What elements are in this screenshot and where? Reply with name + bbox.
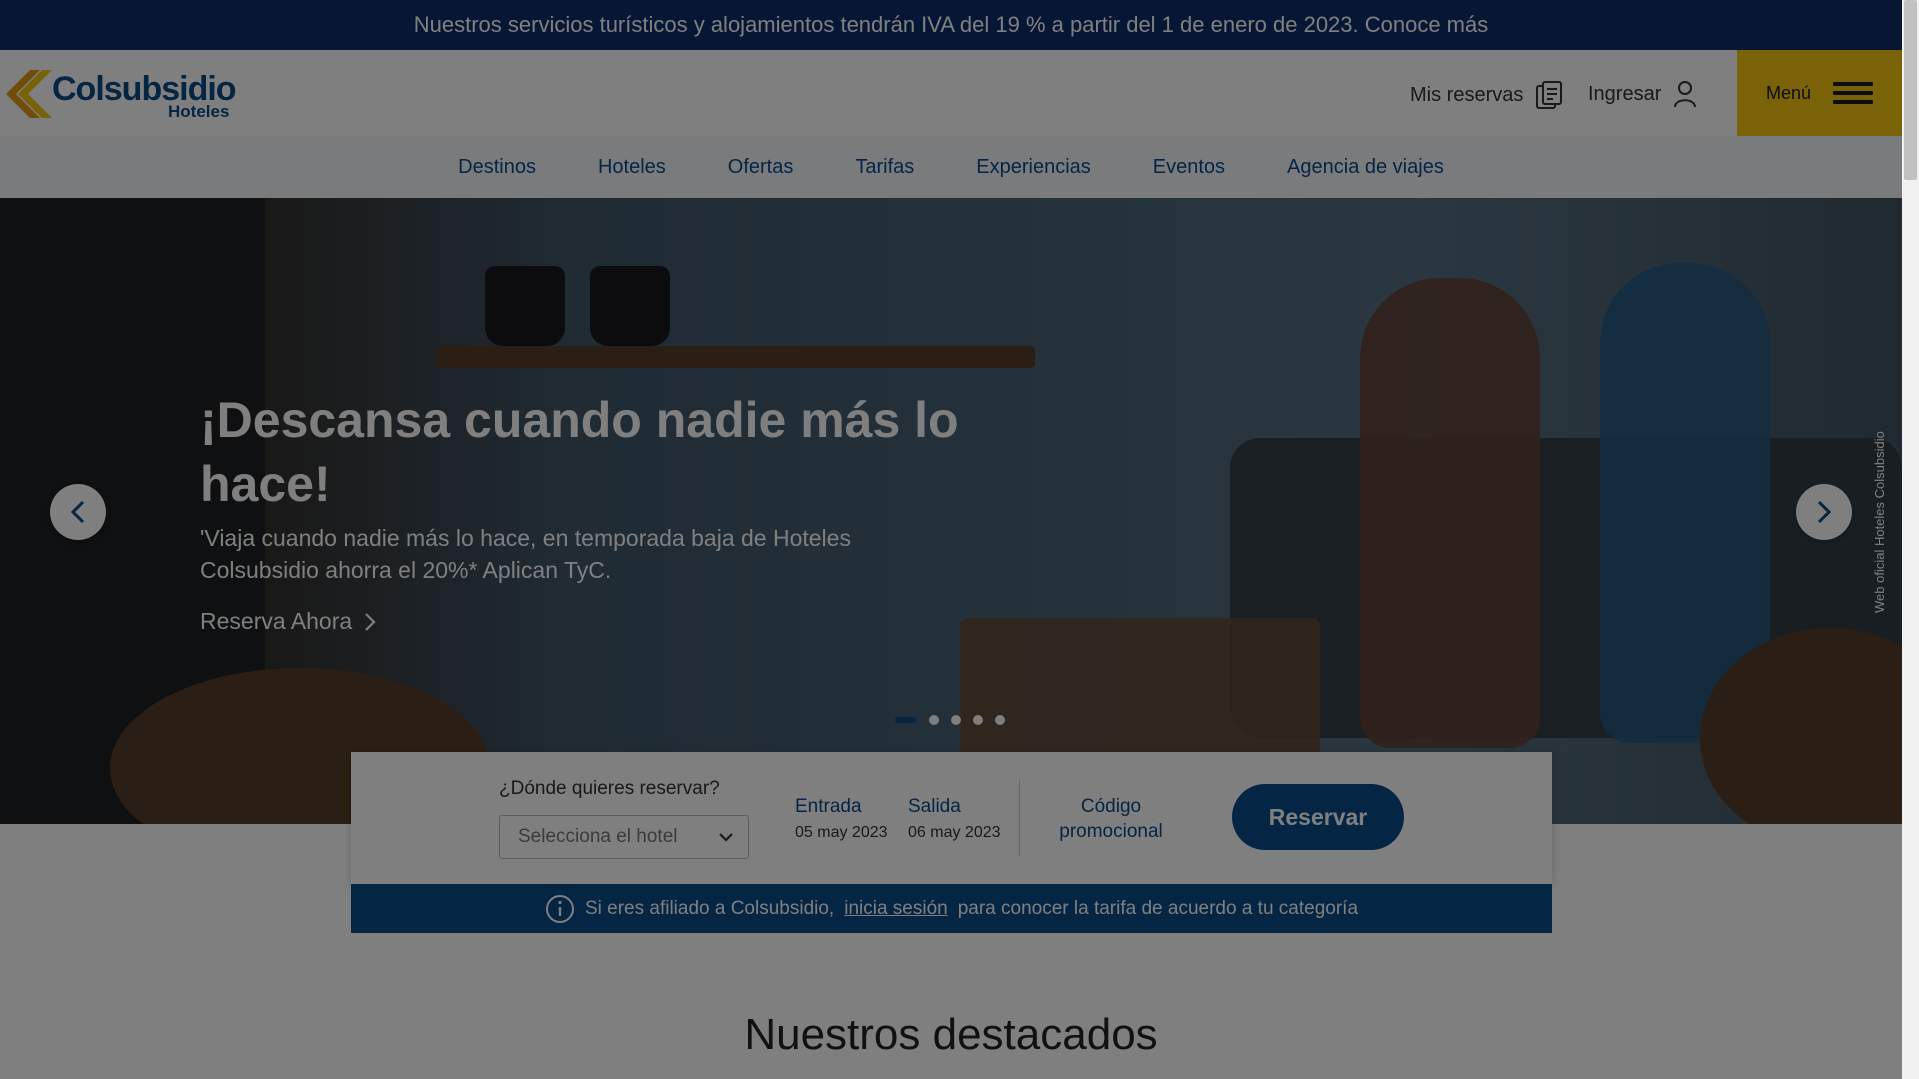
hotel-select-value: Selecciona el hotel <box>518 826 678 847</box>
reserve-button[interactable]: Reservar <box>1232 784 1404 850</box>
carousel-dots <box>895 715 1005 725</box>
booking-form: ¿Dónde quieres reservar? Selecciona el h… <box>351 752 1552 884</box>
carousel-dot[interactable] <box>951 715 961 725</box>
user-icon <box>1674 81 1697 108</box>
hero-subtitle: 'Viaja cuando nadie más lo hace, en temp… <box>200 525 851 583</box>
checkout-label: Salida <box>908 796 961 817</box>
nav-item-agencia[interactable]: Agencia de viajes <box>1287 156 1444 179</box>
login-label: Ingresar <box>1588 82 1662 105</box>
watermark-text: Web oficial Hoteles Colsubsidio <box>1872 431 1887 613</box>
reservations-icon <box>1536 81 1563 109</box>
logo[interactable]: Colsubsidio Hoteles <box>6 68 237 121</box>
main-nav: Destinos Hoteles Ofertas Tarifas Experie… <box>0 136 1902 198</box>
destination-label: ¿Dónde quieres reservar? <box>499 778 720 799</box>
announcement-bar[interactable]: Nuestros servicios turísticos y alojamie… <box>0 0 1902 50</box>
info-icon <box>545 894 574 923</box>
checkout-field[interactable]: Salida 06 may 2023 <box>908 796 1001 842</box>
nav-item-ofertas[interactable]: Ofertas <box>728 156 794 179</box>
info-suffix: para conocer la tarifa de acuerdo a tu c… <box>957 897 1359 919</box>
carousel-dot[interactable] <box>973 715 983 725</box>
header: Colsubsidio Hoteles Mis reservas Ingresa… <box>0 50 1902 136</box>
promo-line-2: promocional <box>1059 821 1163 842</box>
nav-item-destinos[interactable]: Destinos <box>458 156 536 179</box>
chevron-down-icon <box>719 833 733 842</box>
affiliate-info-bar: Si eres afiliado a Colsubsidio, inicia s… <box>351 884 1552 933</box>
promo-code-link[interactable]: Código promocional <box>1046 794 1176 844</box>
hero-title: ¡Descansa cuando nadie más lo hace! <box>200 392 959 512</box>
my-reservations-link[interactable]: Mis reservas <box>1410 80 1563 110</box>
nav-item-hoteles[interactable]: Hoteles <box>598 156 666 179</box>
promo-line-1: Código <box>1080 796 1142 817</box>
chevron-left-icon <box>71 500 85 524</box>
info-prefix: Si eres afiliado a Colsubsidio, <box>584 897 835 919</box>
checkin-field[interactable]: Entrada 05 may 2023 <box>795 796 888 842</box>
carousel-next-button[interactable] <box>1796 484 1852 540</box>
carousel-dot[interactable] <box>929 715 939 725</box>
reserve-button-label: Reservar <box>1268 803 1368 830</box>
nav-item-experiencias[interactable]: Experiencias <box>976 156 1091 179</box>
hero-text: ¡Descansa cuando nadie más lo hace! 'Via… <box>200 388 960 586</box>
checkin-label: Entrada <box>795 796 862 817</box>
menu-button[interactable]: Menú <box>1737 50 1902 136</box>
hero-carousel: ¡Descansa cuando nadie más lo hace! 'Via… <box>0 198 1902 824</box>
announcement-text[interactable]: Nuestros servicios turísticos y alojamie… <box>414 12 1489 38</box>
carousel-prev-button[interactable] <box>50 484 106 540</box>
featured-section-title: Nuestros destacados <box>744 1010 1158 1059</box>
logo-mark-icon <box>6 70 52 118</box>
page: Nuestros servicios turísticos y alojamie… <box>0 0 1902 1079</box>
logo-sub: Hoteles <box>168 102 230 121</box>
my-reservations-label: Mis reservas <box>1410 83 1524 106</box>
checkout-value: 06 may 2023 <box>908 824 1001 841</box>
menu-label: Menú <box>1765 82 1812 103</box>
hotel-select[interactable]: Selecciona el hotel <box>499 815 749 859</box>
carousel-dot[interactable] <box>895 717 917 723</box>
hamburger-icon <box>1833 82 1874 104</box>
reserve-now-label: Reserva Ahora <box>200 608 353 634</box>
checkin-value: 05 may 2023 <box>795 824 888 841</box>
login-session-link[interactable]: inicia sesión <box>844 898 948 920</box>
reserve-now-link[interactable]: Reserva Ahora <box>200 608 376 635</box>
booking-divider <box>1019 780 1020 856</box>
nav-item-eventos[interactable]: Eventos <box>1153 156 1225 179</box>
chevron-right-icon <box>1817 500 1831 524</box>
scrollbar-thumb[interactable] <box>1904 0 1917 180</box>
nav-item-tarifas[interactable]: Tarifas <box>855 156 914 179</box>
chevron-right-icon <box>365 612 376 631</box>
carousel-dot[interactable] <box>995 715 1005 725</box>
login-link[interactable]: Ingresar <box>1588 80 1697 108</box>
